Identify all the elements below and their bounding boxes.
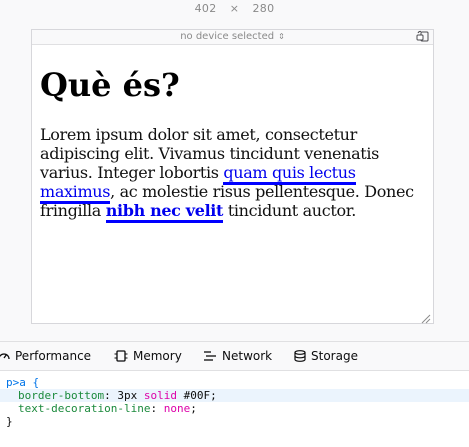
viewport-width-value[interactable]: 402 [177, 0, 217, 18]
page-heading: Què és? [40, 66, 180, 104]
tab-performance[interactable]: Performance [0, 342, 91, 370]
paragraph-text-3: tincidunt auctor. [223, 201, 357, 220]
page-content: Què és? Lorem ipsum dolor sit amet, cons… [32, 45, 433, 323]
declaration-border-bottom[interactable]: border-bottom: 3px solid #00F; [0, 389, 469, 402]
network-icon [204, 351, 216, 361]
tab-network[interactable]: Network [203, 342, 272, 370]
property-name-border-bottom[interactable]: border-bottom [6, 389, 104, 402]
responsive-viewport: no device selected ⇕ Què és? Lorem ipsum … [31, 29, 434, 324]
tab-label-network: Network [222, 349, 273, 363]
viewport-height-value[interactable]: 280 [253, 0, 293, 18]
storage-icon [294, 350, 306, 362]
size-separator: × [229, 2, 240, 15]
link-nibh-nec-velit[interactable]: nibh nec velit [105, 201, 223, 223]
viewport-resize-handle-icon[interactable] [419, 309, 431, 324]
declaration-text-decoration-line[interactable]: text-decoration-line: none; [0, 402, 469, 415]
tab-memory[interactable]: Memory [114, 342, 182, 370]
devtools-responsive-view: 402 × 280 no device selected ⇕ Què és? Lore… [0, 0, 469, 447]
rotate-device-icon[interactable] [416, 30, 430, 43]
devtools-tab-bar: Performance Memory Network Storage [0, 341, 469, 371]
value-color[interactable]: #00F [184, 389, 211, 402]
property-name-text-decoration-line[interactable]: text-decoration-line [6, 402, 150, 415]
tab-storage[interactable]: Storage [294, 342, 358, 370]
value-3px[interactable]: 3px [117, 389, 137, 402]
memory-icon [114, 350, 128, 362]
performance-icon [0, 353, 10, 360]
viewport-size-readout: 402 × 280 [0, 0, 469, 20]
device-selector[interactable]: no device selected ⇕ [180, 30, 285, 43]
value-solid[interactable]: solid [144, 389, 177, 402]
page-paragraph: Lorem ipsum dolor sit amet, consectetur … [40, 125, 425, 223]
rule-close-brace: } [6, 415, 13, 428]
device-selector-label: no device selected [180, 31, 275, 42]
tab-label-memory: Memory [133, 349, 182, 363]
rule-selector[interactable]: p>a { [0, 376, 469, 389]
updown-chevron-icon: ⇕ [278, 32, 285, 41]
tab-label-performance: Performance [15, 349, 92, 363]
value-none[interactable]: none [164, 402, 191, 415]
css-rule-view: p>a { border-bottom: 3px solid #00F; tex… [0, 371, 469, 447]
tab-label-storage: Storage [311, 349, 358, 363]
device-toolbar: no device selected ⇕ [32, 30, 433, 45]
